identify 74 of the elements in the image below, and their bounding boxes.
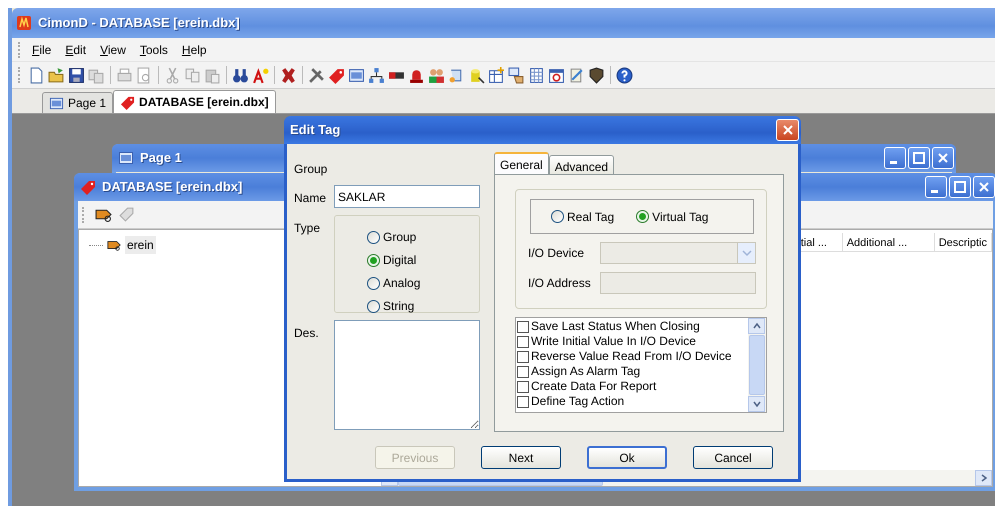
maximize-icon [954, 181, 966, 193]
maximize-icon [913, 152, 925, 164]
radio-button[interactable]: Digital [367, 251, 479, 269]
binoculars-icon[interactable] [232, 66, 249, 84]
radio-button[interactable]: Real Tag [551, 208, 614, 226]
minimize-icon [930, 190, 938, 192]
dialog-button[interactable]: Ok [587, 446, 667, 469]
field-label: Group [294, 161, 328, 178]
window-title: DATABASE [erein.dbx] [102, 178, 242, 196]
close-button[interactable] [973, 176, 995, 198]
field-label: I/O Device [528, 245, 586, 262]
checkbox[interactable]: Save Last Status When Closing [517, 319, 748, 334]
tag-icon [120, 94, 136, 110]
menu-item[interactable]: Help [174, 40, 214, 58]
name-field[interactable]: SAKLAR [334, 185, 480, 208]
column-header[interactable]: Descriptic [934, 233, 992, 251]
dialog-button[interactable]: Next [481, 446, 561, 469]
window-title: CimonD - DATABASE [erein.dbx] [38, 14, 240, 32]
dialog-title: Edit Tag [290, 121, 340, 140]
logo-icon [16, 15, 32, 31]
field-label: Des. [294, 325, 320, 342]
minimize-button[interactable] [884, 147, 906, 169]
shield-icon[interactable] [588, 66, 605, 84]
checkbox[interactable]: Assign As Alarm Tag [517, 364, 748, 379]
menu-item[interactable]: File [25, 40, 58, 58]
vertical-scrollbar[interactable] [748, 318, 766, 412]
maximize-button[interactable] [949, 176, 971, 198]
maximize-button[interactable] [908, 147, 930, 169]
radio-button[interactable]: Virtual Tag [636, 208, 708, 226]
checkbox[interactable]: Define Tag Action [517, 394, 748, 409]
network-icon[interactable] [368, 66, 385, 84]
cross-icon[interactable] [280, 66, 297, 84]
description-field[interactable] [334, 320, 480, 430]
tab[interactable]: Advanced [548, 155, 614, 174]
checkbox[interactable]: Create Data For Report [517, 379, 748, 394]
caret-icon [742, 249, 752, 257]
close-icon [782, 124, 794, 136]
save-icon[interactable] [68, 66, 85, 84]
minimize-button[interactable] [925, 176, 947, 198]
close-icon [937, 152, 949, 164]
font-color-icon[interactable] [252, 66, 269, 84]
tag-icon [106, 238, 122, 252]
checkbox[interactable]: Reverse Value Read From I/O Device [517, 349, 748, 364]
minimize-icon [890, 160, 896, 164]
field-label: Type [294, 220, 322, 237]
window-icon[interactable] [348, 66, 365, 84]
grid-add-icon[interactable] [488, 66, 505, 84]
checkbox[interactable]: Write Initial Value In I/O Device [517, 334, 748, 349]
menu-item[interactable]: Edit [58, 40, 94, 58]
new-file-icon[interactable] [28, 66, 45, 84]
field-label: Name [294, 190, 328, 207]
page-window-icon [49, 96, 64, 110]
dialog-button[interactable]: Cancel [693, 446, 773, 469]
close-icon [978, 181, 990, 193]
radio-button[interactable]: Group [367, 228, 479, 246]
column-header[interactable]: Additional ... [842, 233, 935, 251]
help-icon[interactable] [616, 66, 633, 84]
users-icon[interactable] [428, 66, 445, 84]
radio-button[interactable]: String [367, 297, 479, 315]
window-title: Page 1 [140, 149, 182, 168]
close-button[interactable] [932, 147, 954, 169]
radio-button[interactable]: Analog [367, 274, 479, 292]
table-icon[interactable] [528, 66, 545, 84]
close-button[interactable] [776, 119, 799, 141]
tag-icon [80, 179, 96, 195]
page-window-icon [118, 150, 134, 166]
tree-item[interactable]: erein [125, 236, 156, 254]
menu-item[interactable]: Tools [132, 40, 175, 58]
cylinder-icon[interactable] [468, 66, 485, 84]
tab[interactable]: General [494, 152, 549, 174]
menu-item[interactable]: View [93, 40, 133, 58]
tag-icon[interactable] [328, 66, 345, 84]
open-folder-icon[interactable] [48, 66, 65, 84]
field-label: I/O Address [528, 275, 592, 292]
